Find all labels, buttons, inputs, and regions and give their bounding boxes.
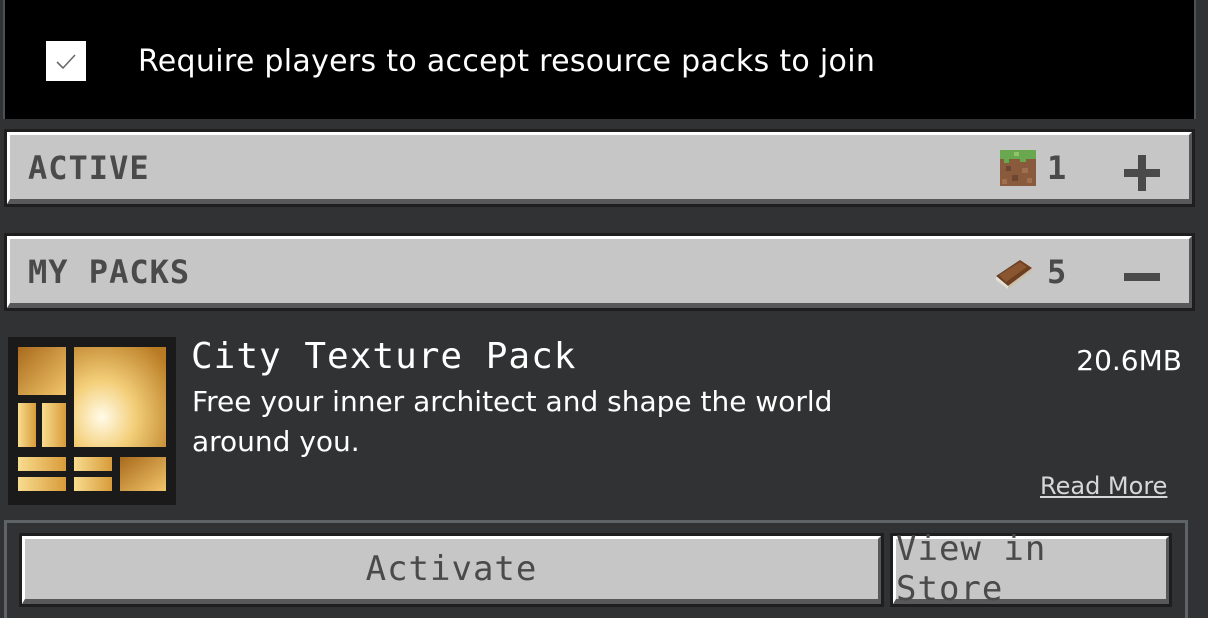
view-in-store-button-label: View in Store [893, 529, 1169, 609]
activate-button[interactable]: Activate [19, 533, 884, 607]
section-active-count: 1 [1047, 149, 1067, 187]
section-active-header[interactable]: ACTIVE 1 [4, 129, 1195, 207]
pack-title: City Texture Pack [191, 336, 577, 377]
section-my-packs-header[interactable]: MY PACKS 5 [4, 233, 1195, 311]
minus-icon[interactable] [1122, 257, 1162, 297]
grass-block-icon [1000, 150, 1036, 186]
resource-packs-panel: Require players to accept resource packs… [0, 0, 1208, 618]
require-accept-checkbox[interactable] [46, 41, 86, 81]
view-in-store-button[interactable]: View in Store [890, 529, 1172, 609]
book-icon [996, 260, 1032, 289]
activate-button-label: Activate [22, 536, 881, 604]
section-active-title: ACTIVE [28, 149, 150, 187]
require-accept-row: Require players to accept resource packs… [3, 0, 1196, 119]
require-accept-label: Require players to accept resource packs… [138, 44, 876, 79]
section-my-packs-count: 5 [1047, 253, 1067, 291]
pack-size: 20.6MB [1076, 344, 1182, 377]
section-my-packs-title: MY PACKS [28, 253, 191, 291]
pack-description: Free your inner architect and shape the … [192, 385, 833, 458]
checkmark-icon [56, 54, 76, 70]
read-more-link[interactable]: Read More [1040, 472, 1167, 500]
plus-icon[interactable] [1122, 153, 1162, 193]
pack-thumbnail [8, 337, 176, 505]
